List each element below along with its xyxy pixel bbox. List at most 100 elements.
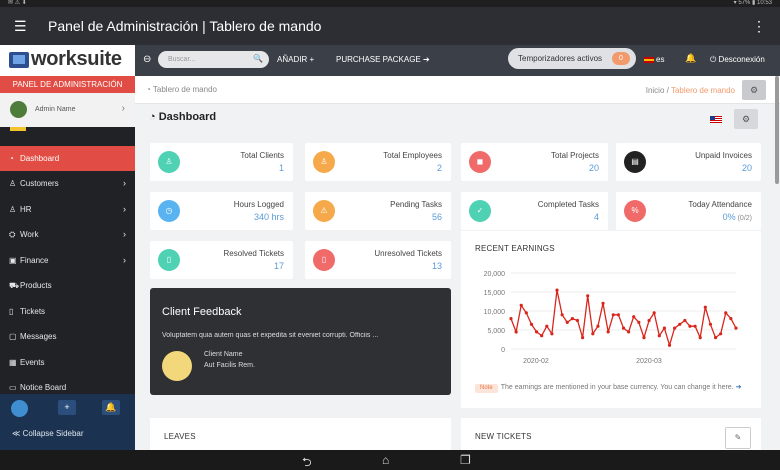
sidebar-item-tickets[interactable]: ▯ Tickets <box>0 299 135 324</box>
earnings-point[interactable] <box>596 324 600 328</box>
more-options-icon[interactable]: ⋮ <box>752 18 766 35</box>
earnings-point[interactable] <box>540 334 544 338</box>
hamburger-menu-icon[interactable]: ☰ <box>14 19 27 33</box>
earnings-point[interactable] <box>734 326 738 330</box>
earnings-point[interactable] <box>678 322 682 326</box>
stat-icon: ✓ <box>469 200 491 222</box>
stat-icon: ◼ <box>469 151 491 173</box>
earnings-point[interactable] <box>688 324 692 328</box>
add-button[interactable]: AÑADIR + <box>277 55 314 64</box>
notification-bell-icon[interactable]: 🔔 <box>102 400 120 415</box>
earnings-point[interactable] <box>698 336 702 340</box>
earnings-point[interactable] <box>621 326 626 330</box>
scrollbar[interactable] <box>775 76 779 184</box>
earnings-point[interactable] <box>627 330 631 334</box>
earnings-point[interactable] <box>565 320 569 324</box>
earnings-point[interactable] <box>637 320 641 324</box>
earnings-point[interactable] <box>519 303 523 307</box>
stat-card-pending-tasks[interactable]: ⚠ Pending Tasks 56 <box>305 192 451 230</box>
earnings-point[interactable] <box>713 336 718 340</box>
collapse-sidebar-button[interactable]: ≪ Collapse Sidebar <box>12 429 84 438</box>
chevron-right-icon: › <box>121 103 125 114</box>
sidebar-item-dashboard[interactable]: ◔ Dashboard <box>0 146 135 171</box>
earnings-point[interactable] <box>580 336 585 340</box>
earnings-point[interactable] <box>647 318 651 323</box>
edit-icon[interactable]: ✎ <box>725 427 751 449</box>
stat-number: 1 <box>278 163 284 173</box>
sidebar-item-products[interactable]: ⛟ Products <box>0 273 135 298</box>
change-currency-link-icon[interactable]: ➔ <box>736 384 742 391</box>
earnings-point[interactable] <box>586 294 590 298</box>
earnings-point[interactable] <box>662 326 667 330</box>
earnings-point[interactable] <box>611 313 615 317</box>
earnings-point[interactable] <box>545 324 549 328</box>
purchase-package-button[interactable]: PURCHASE PACKAGE ➔ <box>336 55 430 64</box>
search-icon[interactable]: 🔍 <box>253 54 263 63</box>
earnings-point[interactable] <box>657 334 661 338</box>
earnings-point[interactable] <box>524 311 528 315</box>
footer-avatar[interactable] <box>11 400 28 417</box>
earnings-point[interactable] <box>606 330 610 334</box>
stat-card-total-projects[interactable]: ◼ Total Projects 20 <box>461 143 608 181</box>
stat-card-total-employees[interactable]: ♙ Total Employees 2 <box>305 143 451 181</box>
settings-gear-icon[interactable]: ⚙ <box>742 80 766 100</box>
earnings-point[interactable] <box>729 317 733 321</box>
earnings-point[interactable] <box>652 311 656 315</box>
stat-card-today-attendance[interactable]: % Today Attendance 0% (0/2) <box>616 192 761 230</box>
sidebar-item-work[interactable]: ⛭ Work › <box>0 222 135 247</box>
earnings-point[interactable] <box>529 322 534 326</box>
earnings-point[interactable] <box>616 313 620 317</box>
earnings-point[interactable] <box>550 332 554 336</box>
earnings-point[interactable] <box>683 318 687 323</box>
sidebar-item-finance[interactable]: ▣ Finance › <box>0 248 135 273</box>
chevron-right-icon: › <box>123 178 126 188</box>
earnings-point[interactable] <box>514 330 518 334</box>
earnings-point[interactable] <box>673 326 677 330</box>
language-selector[interactable]: es <box>644 55 664 64</box>
dashboard-settings-icon[interactable]: ⚙ <box>734 109 758 129</box>
earnings-point[interactable] <box>642 336 646 340</box>
earnings-point[interactable] <box>534 330 539 334</box>
back-arrow-icon[interactable]: ⊖ <box>143 54 151 65</box>
earnings-point[interactable] <box>719 332 723 336</box>
add-icon[interactable]: + <box>58 400 76 415</box>
sidebar-item-events[interactable]: ▦ Events <box>0 350 135 375</box>
stat-card-unpaid-invoices[interactable]: ▤ Unpaid Invoices 20 <box>616 143 761 181</box>
stat-card-completed-tasks[interactable]: ✓ Completed Tasks 4 <box>461 192 608 230</box>
earnings-point[interactable] <box>601 301 605 305</box>
earnings-point[interactable] <box>703 305 707 309</box>
sidebar-item-hr[interactable]: ♙ HR › <box>0 197 135 222</box>
logo[interactable]: worksuite <box>0 45 135 76</box>
sidebar-item-customers[interactable]: ♙ Customers › <box>0 171 135 196</box>
y-tick-label: 5,000 <box>487 328 505 335</box>
earnings-point[interactable] <box>560 313 564 317</box>
back-nav-icon[interactable]: ⮌ <box>302 453 312 470</box>
us-flag-icon[interactable] <box>704 110 728 129</box>
stat-card-resolved-tickets[interactable]: ▯ Resolved Tickets 17 <box>150 241 293 279</box>
earnings-point[interactable] <box>509 317 513 321</box>
earnings-point[interactable] <box>575 318 580 323</box>
earnings-point[interactable] <box>667 343 672 347</box>
earnings-point[interactable] <box>708 322 713 326</box>
active-timers-button[interactable]: Temporizadores activos 0 <box>508 48 636 69</box>
earnings-point[interactable] <box>724 311 728 315</box>
earnings-point[interactable] <box>632 315 636 319</box>
bell-icon[interactable]: 🔔 <box>685 53 696 64</box>
earnings-point[interactable] <box>570 317 574 321</box>
sidebar-item-messages[interactable]: ▢ Messages <box>0 324 135 349</box>
breadcrumb-home[interactable]: Inicio <box>646 86 665 95</box>
earnings-point[interactable] <box>555 288 559 292</box>
earnings-point[interactable] <box>591 332 595 336</box>
earnings-point[interactable] <box>693 324 697 328</box>
stat-number: 56 <box>431 212 442 222</box>
nav-item-icon: ♙ <box>9 179 17 188</box>
logout-button[interactable]: ⏻ Desconexión <box>710 55 765 65</box>
stat-label: Pending Tasks <box>390 200 442 209</box>
home-nav-icon[interactable]: ⌂ <box>382 453 389 467</box>
user-menu[interactable]: Admin Name › <box>0 93 135 127</box>
stat-card-total-clients[interactable]: ♙ Total Clients 1 <box>150 143 293 181</box>
chevron-right-icon: › <box>123 255 126 265</box>
stat-card-unresolved-tickets[interactable]: ▯ Unresolved Tickets 13 <box>305 241 451 279</box>
stat-card-hours-logged[interactable]: ◷ Hours Logged 340 hrs <box>150 192 293 230</box>
recent-apps-icon[interactable]: ❐ <box>460 453 471 467</box>
